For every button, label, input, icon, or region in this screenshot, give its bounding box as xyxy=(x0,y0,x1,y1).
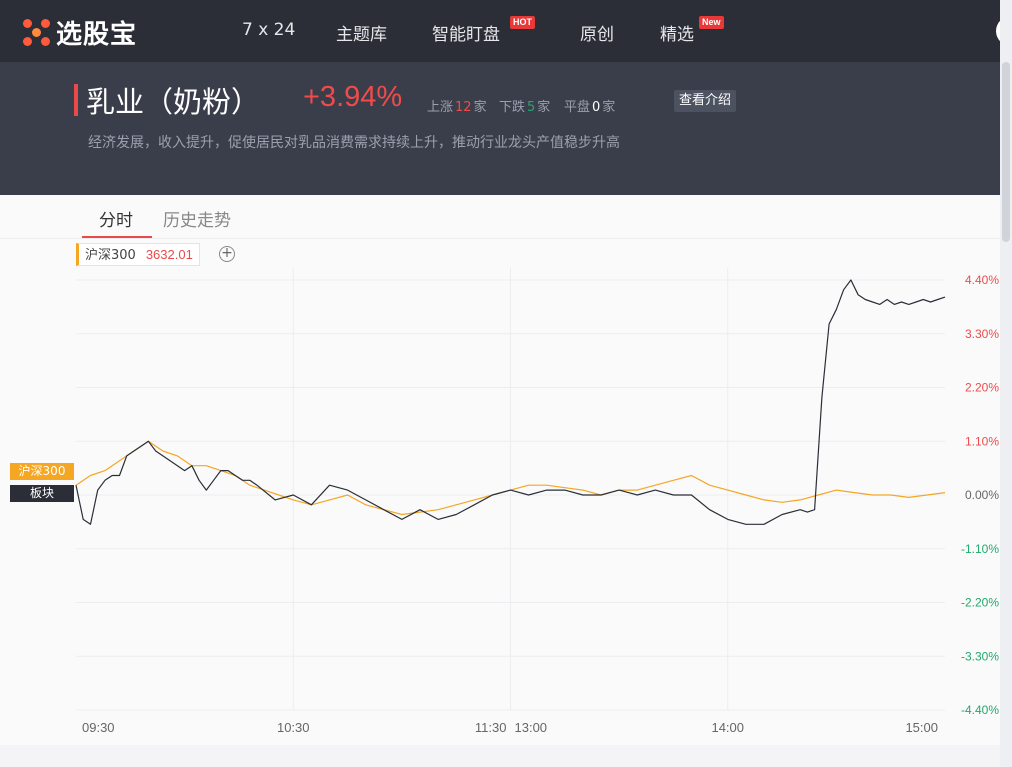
x-tick-label: 09:30 xyxy=(82,720,115,735)
x-tick-label: 14:00 xyxy=(711,720,744,735)
logo-text: 选股宝 xyxy=(56,19,138,50)
sector-name: 乳业（奶粉） xyxy=(86,85,261,119)
nav-item-label: 精选 xyxy=(660,25,694,45)
fall-stat: 下跌 5 家 xyxy=(499,96,550,115)
unit: 家 xyxy=(602,100,616,115)
unit: 家 xyxy=(473,100,487,115)
y-tick-label: -3.30% xyxy=(961,649,999,663)
y-tick-label: 4.40% xyxy=(965,273,999,287)
x-tick-label: 11:30 xyxy=(475,720,507,735)
rise-label: 上涨 xyxy=(427,100,454,115)
scrollbar-thumb[interactable] xyxy=(1002,62,1010,242)
nav-item-label: 7 x 24 xyxy=(242,20,296,40)
y-tick-label: 3.30% xyxy=(965,327,999,341)
flat-count: 0 xyxy=(592,100,601,115)
y-tick-label: 2.20% xyxy=(965,381,999,395)
nav-item-featured[interactable]: 精选 New xyxy=(660,16,724,45)
new-badge: New xyxy=(699,16,724,29)
nav-item-smart-monitor[interactable]: 智能盯盘 HOT xyxy=(432,16,535,45)
y-tick-label: -1.10% xyxy=(961,542,999,556)
nav-item-theme-library[interactable]: 主题库 xyxy=(336,20,387,45)
nav-item-label: 智能盯盘 xyxy=(432,25,500,45)
fall-label: 下跌 xyxy=(499,100,526,115)
hot-badge: HOT xyxy=(510,16,535,29)
x-tick-label: 13:00 xyxy=(515,720,548,735)
x-axis-ticks: 09:30 10:30 11:30 13:00 14:00 15:00 xyxy=(82,720,938,735)
nav-item-label: 主题库 xyxy=(336,25,387,45)
flat-stat: 平盘 0 家 xyxy=(564,96,615,115)
fall-count: 5 xyxy=(527,100,536,115)
logo-mark-icon xyxy=(22,17,52,47)
intraday-chart: 4.40% 3.30% 2.20% 1.10% 0.00% -1.10% -2.20% -3.… xyxy=(75,268,999,735)
y-tick-label: 1.10% xyxy=(965,434,999,448)
y-tick-label: -2.20% xyxy=(961,596,999,610)
nav-item-7x24[interactable]: 7 x 24 xyxy=(242,20,295,40)
y-tick-label: 0.00% xyxy=(965,488,999,502)
accent-bar xyxy=(74,84,78,116)
chart-grid xyxy=(76,268,945,711)
nav-item-original[interactable]: 原创 xyxy=(580,20,614,45)
flat-label: 平盘 xyxy=(564,100,591,115)
rise-stat: 上涨 12 家 xyxy=(427,96,487,115)
logo[interactable]: 选股宝 xyxy=(22,14,137,50)
sector-change: +3.94% xyxy=(303,81,403,113)
view-intro-button[interactable]: 查看介绍 xyxy=(674,90,737,112)
hs300-price-tag: 沪深300 xyxy=(10,463,74,480)
rise-count: 12 xyxy=(455,100,472,115)
nav-item-label: 原创 xyxy=(580,25,614,45)
chart-card: 分时 历史走势 沪深300 3632.01 + 4.40% 3.30% 2.20% 1.… xyxy=(0,195,1000,745)
sector-header: 乳业（奶粉） +3.94% 上涨 12 家 下跌 5 家 平盘 0 家 查看介绍 经济发展，… xyxy=(0,62,1012,195)
top-nav: 选股宝 7 x 24 主题库 智能盯盘 HOT 原创 精选 New xyxy=(0,0,1012,62)
x-tick-label: 10:30 xyxy=(277,720,310,735)
y-axis-ticks: 4.40% 3.30% 2.20% 1.10% 0.00% -1.10% -2.20% -3.… xyxy=(961,273,999,717)
sector-description: 经济发展，收入提升，促使居民对乳品消费需求持续上升，推动行业龙头产值稳步升高 xyxy=(88,135,620,151)
sector-price-tag: 板块 xyxy=(10,485,74,502)
unit: 家 xyxy=(537,100,551,115)
y-tick-label: -4.40% xyxy=(961,703,999,717)
x-tick-label: 15:00 xyxy=(905,720,938,735)
